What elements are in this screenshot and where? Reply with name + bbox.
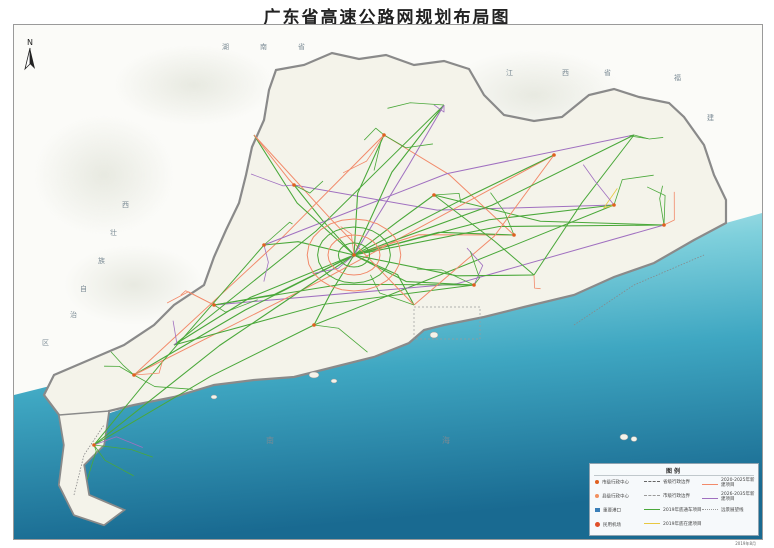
legend-swatch <box>644 523 660 524</box>
map-legend: 图例 市级行政中心 省级行政边界 2020-2025年新建项目 县级行政中心 市… <box>589 463 759 536</box>
region-label: 治 <box>70 310 77 319</box>
city-marker <box>432 193 436 197</box>
city-marker <box>472 283 476 287</box>
city-marker <box>552 153 556 157</box>
legend-item: 2020-2025年新建项目 <box>702 478 757 488</box>
legend-item: 远景展望线 <box>702 508 744 513</box>
region-label: 族 <box>98 256 105 265</box>
region-label: 自 <box>80 284 87 293</box>
region-label: 省 <box>604 68 611 77</box>
legend-item: 2019年底通车项目 <box>644 508 701 513</box>
legend-item: 省级行政边界 <box>644 480 690 485</box>
region-label: 南 <box>260 42 267 51</box>
legend-divider <box>594 475 754 476</box>
map-svg: 湖 南 省 江 西 省 福 建 西 壮 族 自 治 区 南 海 <box>14 25 762 539</box>
legend-item: 市级行政边界 <box>644 494 690 499</box>
city-marker <box>612 203 616 207</box>
city-marker <box>512 233 516 237</box>
legend-item: 重要港口 <box>595 508 621 514</box>
north-label: N <box>27 38 33 47</box>
legend-swatch <box>644 509 660 510</box>
city-marker <box>132 373 136 377</box>
city-marker <box>262 243 266 247</box>
city-marker <box>312 323 316 327</box>
north-arrow-icon <box>24 47 35 71</box>
legend-swatch <box>644 495 660 496</box>
region-label: 江 <box>506 69 513 77</box>
city-marker <box>92 443 96 447</box>
legend-swatch <box>702 509 718 510</box>
city-center-icon <box>595 480 599 484</box>
city-marker <box>292 183 296 187</box>
legend-item: 民用机场 <box>595 522 621 528</box>
legend-title: 图例 <box>665 468 682 475</box>
city-marker <box>662 223 666 227</box>
sea-label: 海 <box>442 435 450 445</box>
legend-swatch <box>644 481 660 482</box>
region-label: 西 <box>122 201 129 209</box>
legend-item: 市级行政中心 <box>595 480 629 486</box>
north-arrow: N <box>22 38 38 72</box>
map-date: 2019年8月 <box>735 541 756 546</box>
airport-icon <box>595 522 600 527</box>
region-label: 省 <box>298 42 305 51</box>
region-label: 壮 <box>110 228 117 237</box>
port-icon <box>595 508 600 512</box>
region-label: 湖 <box>222 42 229 51</box>
legend-swatch <box>702 484 718 485</box>
map-page: 广东省高速公路网规划布局图 湖 南 省 江 西 省 福 建 西 壮 族 自 治 … <box>0 0 774 548</box>
legend-swatch <box>702 498 718 499</box>
region-label: 建 <box>707 113 714 122</box>
city-marker <box>212 303 216 307</box>
county-center-icon <box>595 494 599 498</box>
city-marker <box>382 133 386 137</box>
region-label: 西 <box>562 69 569 77</box>
city-marker <box>352 253 356 257</box>
sea-label: 南 <box>266 435 274 445</box>
region-label: 福 <box>674 73 681 82</box>
legend-item: 2026-2035年新建项目 <box>702 492 757 502</box>
legend-item: 2019年底在建项目 <box>644 522 701 527</box>
region-label: 区 <box>42 339 49 347</box>
legend-item: 县级行政中心 <box>595 494 629 500</box>
